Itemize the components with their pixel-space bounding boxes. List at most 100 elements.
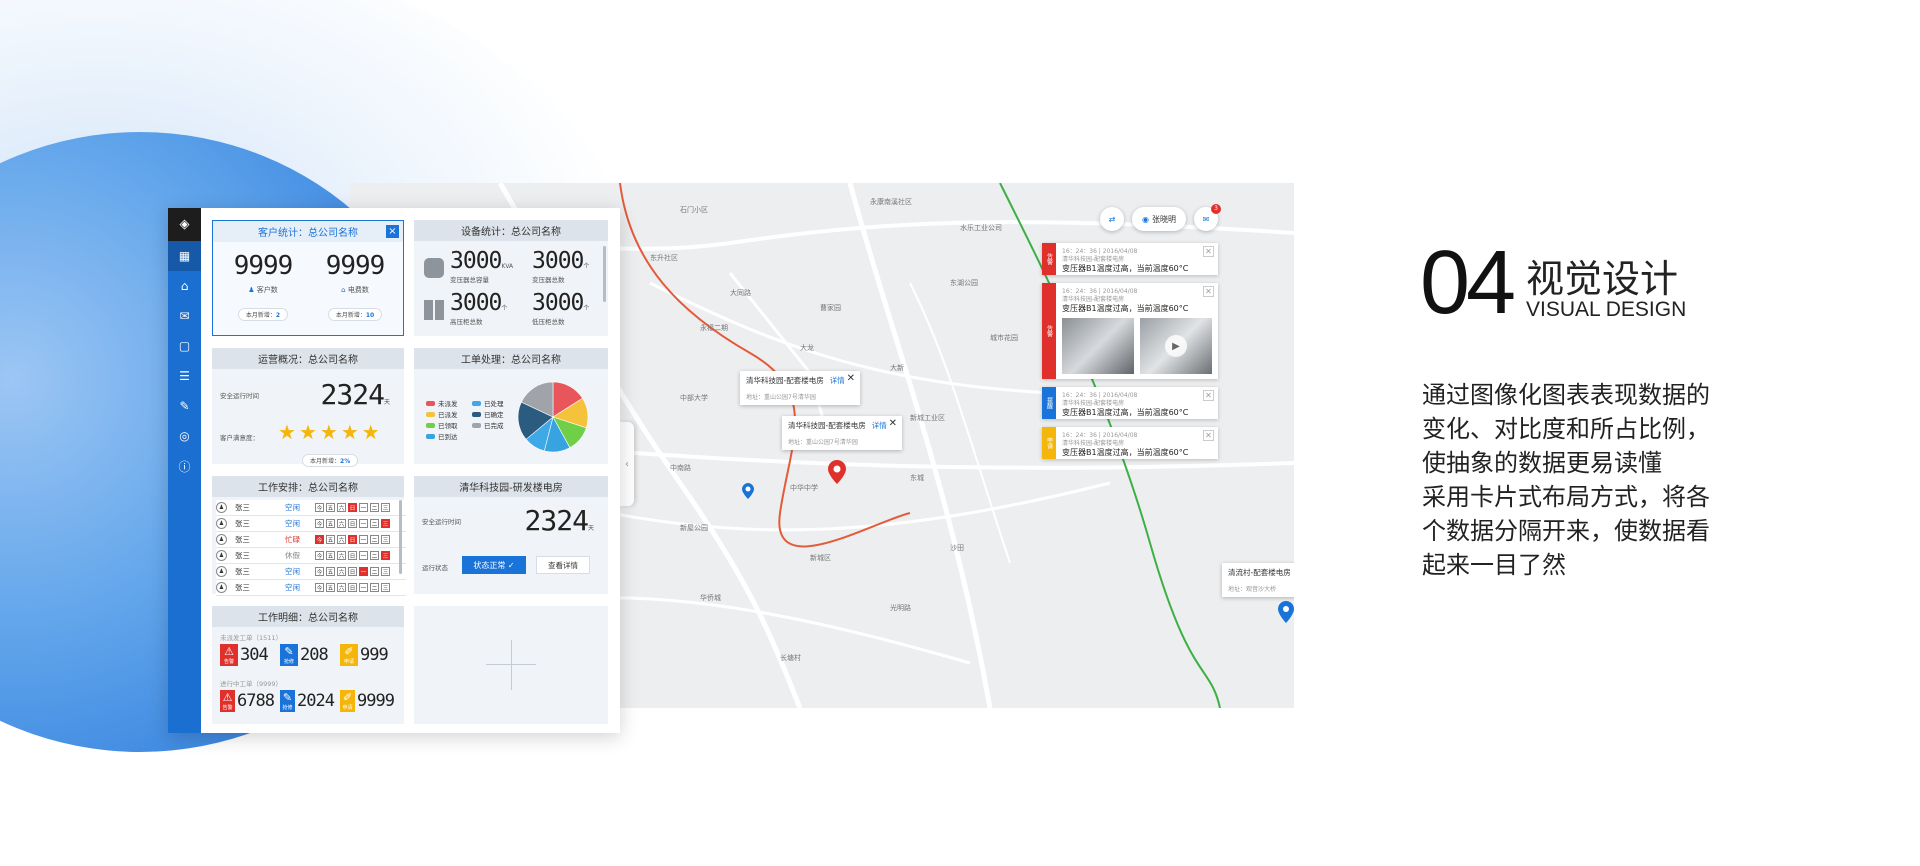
alert-card[interactable]: 申请 16：24：36 | 2016/04/08 清华科技园-配套楼电房 变压器… — [1042, 427, 1218, 459]
schedule-card[interactable]: 工作安排：总公司名称 ♟ 张三 空闲今五六日一二三 ♟ 张三 空闲今五六日一二三 ♟ 张三 忙碌… — [212, 476, 406, 596]
order-stat[interactable]: ✎ 抢修 2024 — [280, 690, 335, 712]
scrollbar[interactable] — [603, 246, 606, 302]
nav-wrench-icon[interactable]: ✎ — [168, 391, 201, 421]
nav-mail-icon[interactable]: ✉ — [168, 301, 201, 331]
day-cell[interactable]: 五 — [326, 567, 335, 576]
day-cell[interactable]: 一 — [359, 567, 368, 576]
day-cell[interactable]: 六 — [337, 535, 346, 544]
nav-dashboard-icon[interactable]: ▦ — [168, 241, 201, 271]
table-row[interactable]: ♟ 张三 空闲 今五六日一二三 — [216, 516, 406, 532]
day-cell[interactable]: 六 — [337, 503, 346, 512]
order-stat[interactable]: ✐ 申请 9999 — [340, 690, 395, 712]
close-icon[interactable]: ✕ — [1203, 286, 1214, 297]
site-popup[interactable]: 清流村-配套楼电房详情 地址：观音沙大桥 ✕ — [1222, 563, 1294, 597]
table-row[interactable]: ♟ 张三 休假 今五六日一二三 — [216, 548, 406, 564]
order-stat[interactable]: ⚠ 告警 6788 — [220, 690, 275, 712]
equipment-video[interactable]: ▶ — [1140, 318, 1212, 374]
table-row[interactable]: ♟ 张三 空闲 今五六日一二三 — [216, 564, 406, 580]
day-cell[interactable]: 一 — [359, 519, 368, 528]
close-icon[interactable]: ✕ — [889, 418, 897, 429]
day-cell[interactable]: 日 — [348, 551, 357, 560]
day-cell[interactable]: 日 — [348, 535, 357, 544]
status-normal-button[interactable]: 状态正常 ✓ — [462, 556, 526, 574]
nav-user-icon[interactable]: ◎ — [168, 421, 201, 451]
day-cell[interactable]: 三 — [381, 535, 390, 544]
day-cell[interactable]: 五 — [326, 503, 335, 512]
day-cell[interactable]: 六 — [337, 551, 346, 560]
work-detail-card[interactable]: 工作明细：总公司名称 未派发工单（1511） ⚠ 告警 304 ✎ 抢修 208 ✐ 申请 99… — [212, 606, 404, 724]
alert-card[interactable]: 告警 16：24：36 | 2016/04/08 清华科技园-配套楼电房 变压器… — [1042, 243, 1218, 275]
day-cell[interactable]: 三 — [381, 567, 390, 576]
day-cell[interactable]: 六 — [337, 583, 346, 592]
blue-location-pin-icon[interactable] — [742, 483, 754, 499]
day-cell[interactable]: 二 — [370, 567, 379, 576]
mail-button[interactable]: ✉ 3 — [1194, 204, 1221, 231]
nav-home-icon[interactable]: ⌂ — [168, 271, 201, 301]
customer-stats-card[interactable]: 客户统计：总公司名称 × 9999 ♟ 客户数 本月新增：2 9999 ⌂ 电费数… — [212, 220, 404, 336]
work-order-pie-chart[interactable] — [516, 380, 590, 454]
day-cell[interactable]: 一 — [359, 551, 368, 560]
day-cell[interactable]: 二 — [370, 503, 379, 512]
day-cell[interactable]: 六 — [337, 519, 346, 528]
add-card-placeholder[interactable] — [414, 606, 608, 724]
day-cell[interactable]: 五 — [326, 535, 335, 544]
site-popup[interactable]: 清华科技园-配套楼电房 详情 地址：重山公园7号清华园 ✕ — [782, 416, 902, 450]
order-stat[interactable]: ✐ 申请 999 — [340, 644, 394, 666]
popup-detail-link[interactable]: 详情 — [830, 376, 845, 385]
close-icon[interactable]: × — [386, 225, 399, 238]
day-cell[interactable]: 今 — [315, 503, 324, 512]
day-cell[interactable]: 三 — [381, 551, 390, 560]
nav-device-icon[interactable]: ▢ — [168, 331, 201, 361]
alert-card[interactable]: 提醒 16：24：36 | 2016/04/08 清华科技园-配套楼电房 变压器… — [1042, 387, 1218, 419]
order-stat[interactable]: ⚠ 告警 304 — [220, 644, 274, 666]
day-cell[interactable]: 一 — [359, 535, 368, 544]
equipment-photo[interactable] — [1062, 318, 1134, 374]
day-cell[interactable]: 日 — [348, 583, 357, 592]
day-cell[interactable]: 一 — [359, 503, 368, 512]
close-icon[interactable]: ✕ — [1203, 430, 1214, 441]
site-popup[interactable]: 清华科技园-配套楼电房 详情 地址：重山公园7号清华园 ✕ — [740, 371, 860, 405]
day-cell[interactable]: 日 — [348, 567, 357, 576]
view-detail-button[interactable]: 查看详情 — [536, 556, 590, 574]
scrollbar[interactable] — [399, 500, 402, 574]
device-stats-card[interactable]: 设备统计：总公司名称 3000KVA 变压器总容量 3000个 变压器总数 30… — [414, 220, 608, 336]
close-icon[interactable]: ✕ — [847, 373, 855, 384]
day-cell[interactable]: 日 — [348, 519, 357, 528]
day-cell[interactable]: 二 — [370, 551, 379, 560]
day-cell[interactable]: 三 — [381, 503, 390, 512]
day-cell[interactable]: 今 — [315, 535, 324, 544]
day-cell[interactable]: 三 — [381, 583, 390, 592]
table-row[interactable]: ♟ 张三 空闲 今五六日一二三 — [216, 500, 406, 516]
day-cell[interactable]: 五 — [326, 583, 335, 592]
operations-card[interactable]: 运营概况：总公司名称 安全运行时间 2324天 客户满意度： ★ ★ ★ ★ ★ 本月新… — [212, 348, 404, 467]
table-row[interactable]: ♟ 张三 忙碌 今五六日一二三 — [216, 532, 406, 548]
day-cell[interactable]: 三 — [381, 519, 390, 528]
close-icon[interactable]: ✕ — [1203, 390, 1214, 401]
day-cell[interactable]: 今 — [315, 567, 324, 576]
day-cell[interactable]: 六 — [337, 567, 346, 576]
swap-button[interactable]: ⇄ — [1100, 207, 1124, 231]
play-icon[interactable]: ▶ — [1165, 335, 1187, 357]
order-stat[interactable]: ✎ 抢修 208 — [280, 644, 334, 666]
site-status-card[interactable]: 清华科技园-研发楼电房 安全运行时间 2324天 运行状态 状态正常 ✓ 查看详… — [414, 476, 608, 594]
day-cell[interactable]: 今 — [315, 551, 324, 560]
popup-detail-link[interactable]: 详情 — [872, 421, 887, 430]
blue-location-pin-icon[interactable] — [1278, 601, 1294, 623]
day-cell[interactable]: 今 — [315, 583, 324, 592]
day-cell[interactable]: 五 — [326, 519, 335, 528]
nav-info-icon[interactable]: ⓘ — [168, 451, 201, 481]
day-cell[interactable]: 今 — [315, 519, 324, 528]
user-menu-button[interactable]: ◉ 张晓明 — [1132, 207, 1186, 231]
close-icon[interactable]: ✕ — [1203, 246, 1214, 257]
nav-list-icon[interactable]: ☰ — [168, 361, 201, 391]
alert-card[interactable]: 告警 16：24：36 | 2016/04/08 清华科技园-配套楼电房 变压器… — [1042, 283, 1218, 379]
red-location-pin-icon[interactable] — [828, 460, 846, 484]
work-order-card[interactable]: 工单处理：总公司名称 未派发 已处理 已派发 已确定 已领取 已完成 已到达 — [414, 348, 608, 464]
day-cell[interactable]: 二 — [370, 535, 379, 544]
panel-collapse-handle[interactable]: ‹ — [620, 422, 634, 506]
day-cell[interactable]: 二 — [370, 583, 379, 592]
table-row[interactable]: ♟ 张三 空闲 今五六日一二三 — [216, 580, 406, 596]
day-cell[interactable]: 一 — [359, 583, 368, 592]
day-cell[interactable]: 五 — [326, 551, 335, 560]
day-cell[interactable]: 二 — [370, 519, 379, 528]
